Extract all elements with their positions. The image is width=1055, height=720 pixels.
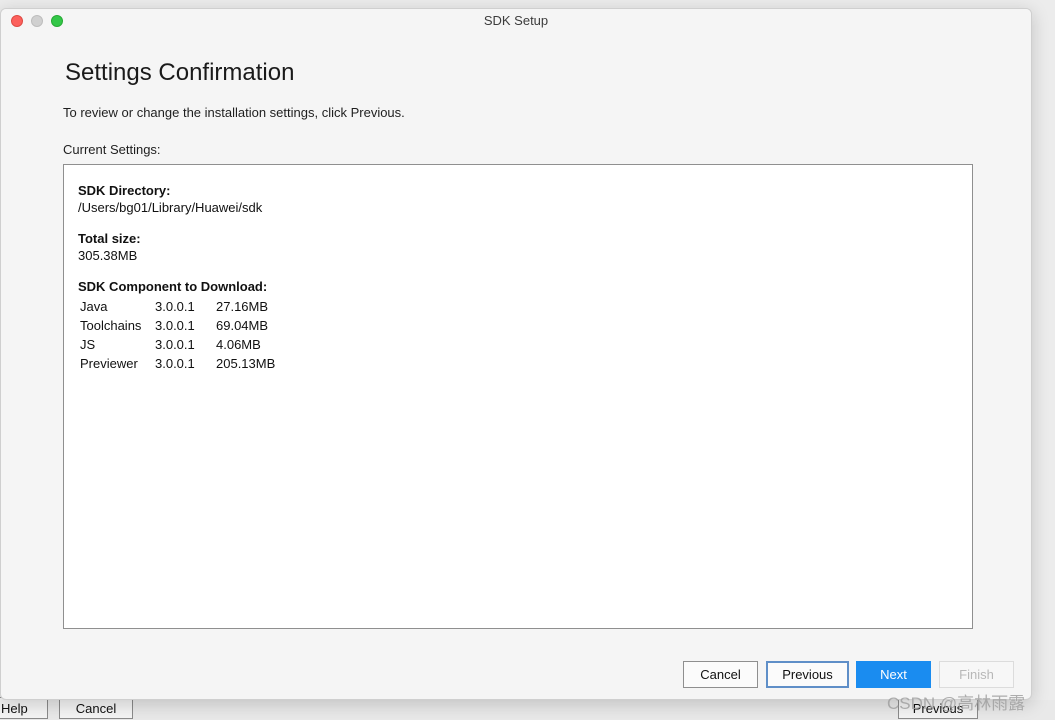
sdk-setup-dialog: SDK Setup Settings Confirmation To revie…: [0, 8, 1032, 700]
previous-button[interactable]: Previous: [766, 661, 849, 688]
component-size: 69.04MB: [216, 318, 269, 333]
next-button[interactable]: Next: [856, 661, 931, 688]
components-section: SDK Component to Download: Java 3.0.0.1 …: [78, 278, 958, 373]
sdk-directory-label: SDK Directory:: [78, 183, 171, 198]
settings-panel[interactable]: SDK Directory: /Users/bg01/Library/Huawe…: [63, 164, 973, 629]
component-version: 3.0.0.1: [155, 318, 195, 333]
component-version: 3.0.0.1: [155, 299, 195, 314]
component-name: Java: [80, 299, 108, 314]
table-row: JS 3.0.0.1 4.06MB: [79, 335, 281, 354]
window-title: SDK Setup: [483, 13, 549, 28]
component-name: Toolchains: [80, 318, 142, 333]
sdk-directory-value: /Users/bg01/Library/Huawei/sdk: [78, 200, 263, 215]
component-size: 27.16MB: [216, 299, 269, 314]
table-row: Toolchains 3.0.0.1 69.04MB: [79, 316, 281, 335]
table-row: Java 3.0.0.1 27.16MB: [79, 297, 281, 316]
sdk-directory-section: SDK Directory: /Users/bg01/Library/Huawe…: [78, 182, 958, 216]
background-help-button[interactable]: Help: [0, 697, 48, 719]
components-label: SDK Component to Download:: [78, 279, 268, 294]
page-title: Settings Confirmation: [65, 59, 295, 86]
component-name: JS: [80, 337, 96, 352]
component-size: 205.13MB: [216, 356, 276, 371]
total-size-value: 305.38MB: [78, 248, 138, 263]
csdn-watermark: CSDN @高林雨露: [887, 694, 1026, 713]
total-size-section: Total size: 305.38MB: [78, 230, 958, 264]
current-settings-label: Current Settings:: [63, 142, 161, 157]
finish-button: Finish: [939, 661, 1014, 688]
title-bar: SDK Setup: [1, 9, 1031, 33]
component-size: 4.06MB: [216, 337, 261, 352]
cancel-button[interactable]: Cancel: [683, 661, 758, 688]
component-version: 3.0.0.1: [155, 337, 195, 352]
background-cancel-button[interactable]: Cancel: [59, 697, 133, 719]
total-size-label: Total size:: [78, 231, 141, 246]
component-version: 3.0.0.1: [155, 356, 195, 371]
instruction-text: To review or change the installation set…: [63, 105, 405, 120]
table-row: Previewer 3.0.0.1 205.13MB: [79, 354, 281, 373]
component-name: Previewer: [80, 356, 138, 371]
components-table: Java 3.0.0.1 27.16MB Toolchains 3.0.0.1 …: [79, 297, 281, 373]
